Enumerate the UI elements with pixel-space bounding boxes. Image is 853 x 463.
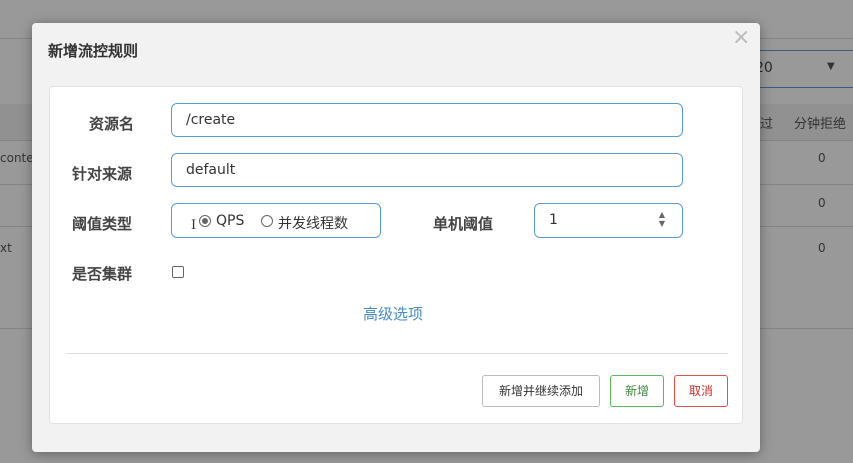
resource-name-label: 资源名 [89, 115, 135, 133]
qps-radio-label[interactable]: QPS [216, 213, 244, 229]
dialog-title: 新增流控规则 [48, 42, 139, 60]
single-threshold-value[interactable]: 1 [549, 212, 558, 228]
thread-count-radio[interactable] [261, 215, 273, 227]
cluster-label: 是否集群 [72, 265, 133, 283]
cancel-button[interactable]: 取消 [674, 375, 728, 407]
single-threshold-stepper[interactable]: 1 ▲ ▼ [534, 203, 683, 238]
add-button[interactable]: 新增 [610, 375, 664, 407]
close-icon[interactable]: × [732, 27, 750, 49]
threshold-type-radio-group: QPS 并发线程数 [171, 203, 381, 238]
stepper-arrows-icon[interactable]: ▲ ▼ [657, 210, 667, 228]
thread-count-radio-label[interactable]: 并发线程数 [278, 213, 348, 233]
single-threshold-label: 单机阈值 [433, 215, 494, 233]
source-input[interactable]: default [171, 153, 683, 187]
add-flow-rule-dialog: 新增流控规则 × 资源名 /create 针对来源 default 阈值类型 Q… [32, 23, 760, 452]
dialog-body: 资源名 /create 针对来源 default 阈值类型 QPS 并发线程数 … [49, 86, 743, 424]
advanced-options-link[interactable]: 高级选项 [363, 303, 423, 324]
add-and-continue-button[interactable]: 新增并继续添加 [482, 375, 600, 407]
qps-radio[interactable] [199, 215, 211, 227]
footer-divider [66, 353, 728, 354]
text-cursor-icon: I [191, 218, 197, 233]
threshold-type-label: 阈值类型 [72, 215, 133, 233]
resource-name-input[interactable]: /create [171, 103, 683, 137]
source-label: 针对来源 [72, 165, 133, 183]
cluster-checkbox[interactable] [172, 266, 184, 278]
